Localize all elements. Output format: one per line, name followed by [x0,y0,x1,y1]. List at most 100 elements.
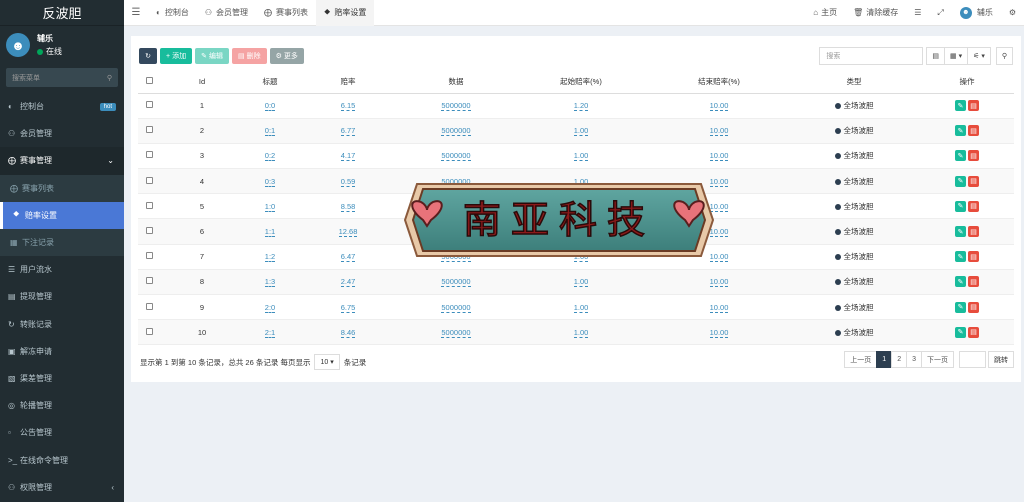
cell-title[interactable]: 0:1 [264,126,276,137]
toggle-view-button[interactable]: ▤ [926,47,946,65]
col-end-odds[interactable]: 结束赔率(%) [650,70,788,94]
translate-icon[interactable]: ☰ [906,8,929,17]
cell-end-odds[interactable]: 10.00 [709,277,729,288]
columns-button[interactable]: ▦ ▾ [944,47,969,65]
jump-button[interactable]: 跳转 [988,351,1014,368]
search-button[interactable]: ⚲ [995,47,1013,65]
row-checkbox[interactable] [145,327,153,335]
cell-start-odds[interactable]: 1.20 [573,101,589,112]
row-checkbox[interactable] [145,302,153,310]
table-row[interactable]: 9 2:0 6.75 5000000 1.00 10.00 全场波胆 ✎ ▤ [138,294,1014,321]
cell-data[interactable]: 5000000 [441,101,471,112]
sidebar-item-unfreeze[interactable]: ▣ 解冻申请 [0,338,124,365]
row-edit-button[interactable]: ✎ [955,326,966,338]
sidebar-item-user-flow[interactable]: ☰ 用户流水 [0,256,124,283]
sidebar-item-event-list[interactable]: ⨁ 赛事列表 [0,174,124,202]
prev-page-button[interactable]: 上一页 [844,351,878,368]
row-edit-button[interactable]: ✎ [955,226,966,238]
row-delete-button[interactable]: ▤ [968,175,979,187]
sidebar-item-bet-records[interactable]: ▦ 下注记录 [0,228,124,257]
add-button[interactable]: + 添加 [160,48,193,64]
row-checkbox[interactable] [145,126,153,134]
sidebar-item-carousel[interactable]: ◎ 轮播管理 [0,392,124,419]
home-link[interactable]: ⌂ 主页 [805,7,845,18]
row-delete-button[interactable]: ▤ [968,100,979,112]
col-data[interactable]: 数据 [400,70,512,94]
sidebar-item-odds-settings[interactable]: ⯁ 赔率设置 [0,201,124,229]
cell-odds[interactable]: 0.59 [340,176,356,187]
sidebar-item-dashboard[interactable]: ◐ 控制台 hot [0,93,124,120]
row-delete-button[interactable]: ▤ [968,251,979,263]
page-1-button[interactable]: 1 [876,351,893,368]
cell-odds[interactable]: 8.58 [340,201,356,212]
app-logo[interactable]: 反波胆 [0,0,124,26]
sidebar-item-transfer[interactable]: ↻ 转账记录 [0,311,124,338]
page-2-button[interactable]: 2 [891,351,908,368]
table-row[interactable]: 8 1:3 2.47 5000000 1.00 10.00 全场波胆 ✎ ▤ [138,269,1014,296]
next-page-button[interactable]: 下一页 [921,351,954,368]
search-input[interactable]: 搜索 [819,47,924,65]
row-edit-button[interactable]: ✎ [955,251,966,263]
row-delete-button[interactable]: ▤ [968,326,979,338]
sidebar-item-withdraw[interactable]: ▤ 提现管理 [0,283,124,310]
sidebar-item-permissions[interactable]: ⚇ 权限管理 ‹ [0,474,124,501]
row-checkbox[interactable] [145,201,153,209]
row-edit-button[interactable]: ✎ [955,100,966,112]
more-button[interactable]: ⚙ 更多 [269,48,304,64]
cell-odds[interactable]: 6.77 [340,126,356,137]
row-checkbox[interactable] [145,176,153,184]
page-size-select[interactable]: 10 ▾ [314,354,340,370]
user-menu[interactable]: ☻ 辅乐 [952,6,1001,19]
sidebar-item-commands[interactable]: >_ 在线命令管理 [0,446,124,473]
row-edit-button[interactable]: ✎ [955,175,966,187]
select-all-checkbox[interactable] [145,76,153,84]
row-edit-button[interactable]: ✎ [955,276,966,288]
col-odds[interactable]: 赔率 [296,70,400,94]
cell-data[interactable]: 5000000 [441,277,471,288]
menu-toggle-icon[interactable]: ☰ [124,7,148,18]
table-row[interactable]: 10 2:1 8.46 5000000 1.00 10.00 全场波胆 ✎ ▤ [138,319,1014,346]
cell-data[interactable]: 5000000 [441,302,471,313]
cell-odds[interactable]: 12.68 [338,227,358,238]
row-delete-button[interactable]: ▤ [968,150,979,162]
cell-end-odds[interactable]: 10.00 [709,126,729,137]
cell-odds[interactable]: 6.75 [340,302,356,313]
row-delete-button[interactable]: ▤ [968,226,979,238]
col-id[interactable]: Id [160,70,244,94]
cell-data[interactable]: 5000000 [441,327,471,338]
cell-title[interactable]: 1:2 [264,252,276,263]
row-edit-button[interactable]: ✎ [955,125,966,137]
row-checkbox[interactable] [145,252,153,260]
cell-data[interactable]: 5000000 [441,126,471,137]
row-delete-button[interactable]: ▤ [968,301,979,313]
cell-odds[interactable]: 2.47 [340,277,356,288]
cell-end-odds[interactable]: 10.00 [709,327,729,338]
tab-dashboard[interactable]: ◐ 控制台 [148,0,197,26]
sidebar-item-notice[interactable]: ▫ 公告管理 [0,419,124,446]
cell-start-odds[interactable]: 1.00 [573,151,589,162]
sidebar-item-members[interactable]: ⚇ 会员管理 [0,120,124,147]
cell-title[interactable]: 2:1 [264,327,276,338]
cell-odds[interactable]: 6.47 [340,252,356,263]
row-delete-button[interactable]: ▤ [968,125,979,137]
cell-title[interactable]: 2:0 [264,302,276,313]
table-row[interactable]: 3 0:2 4.17 5000000 1.00 10.00 全场波胆 ✎ ▤ [138,143,1014,170]
cell-odds[interactable]: 6.15 [340,101,356,112]
col-type[interactable]: 类型 [788,70,920,94]
table-row[interactable]: 2 0:1 6.77 5000000 1.00 10.00 全场波胆 ✎ ▤ [138,118,1014,144]
delete-button[interactable]: ▤ 删除 [231,48,267,64]
sidebar-item-events[interactable]: ⨁ 赛事管理 ⌄ [0,147,124,175]
sidebar-search-input[interactable]: 搜索菜单 ⚲ [6,68,118,87]
row-checkbox[interactable] [145,151,153,159]
export-button[interactable]: ⚟ ▾ [967,47,991,65]
cell-start-odds[interactable]: 1.00 [573,126,589,137]
row-delete-button[interactable]: ▤ [968,200,979,212]
cell-end-odds[interactable]: 10.00 [709,302,729,313]
page-3-button[interactable]: 3 [906,351,922,368]
row-edit-button[interactable]: ✎ [955,150,966,162]
tab-odds-settings[interactable]: ⯁ 赔率设置 [316,0,375,26]
col-title[interactable]: 标题 [244,70,296,94]
row-edit-button[interactable]: ✎ [955,200,966,212]
cell-start-odds[interactable]: 1.00 [573,302,589,313]
settings-icon[interactable]: ⚙ [1001,8,1024,17]
